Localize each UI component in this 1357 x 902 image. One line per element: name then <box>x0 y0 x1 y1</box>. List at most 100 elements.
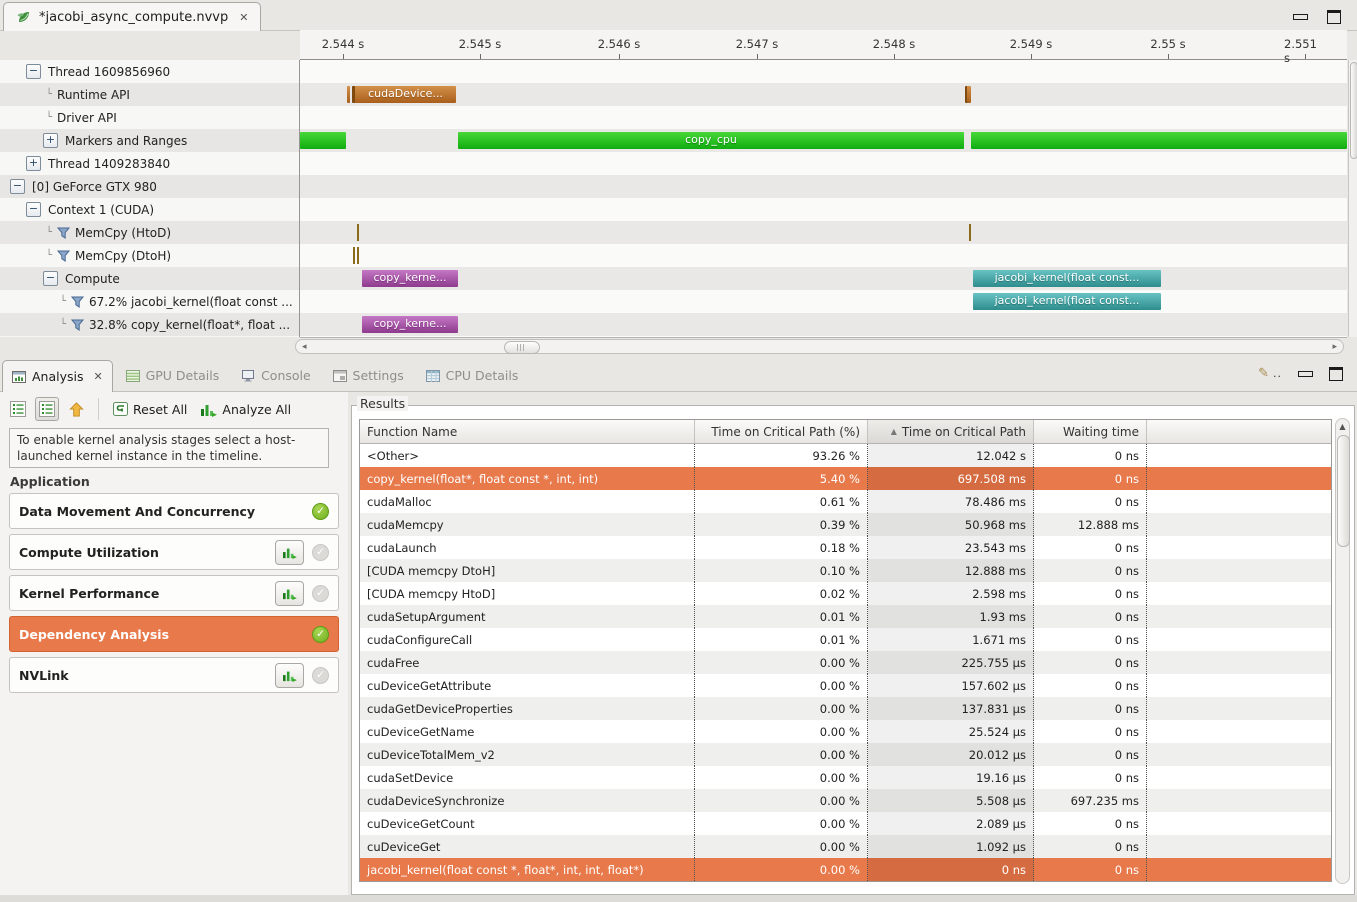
tab-console[interactable]: Console <box>232 360 320 391</box>
unguided-analysis-mode-button[interactable] <box>35 397 59 421</box>
timeline-vertical-scrollbar[interactable] <box>1348 60 1357 337</box>
timeline-canvas[interactable]: cudaDevice... copy_cpu copy_kerne... jac… <box>300 60 1347 338</box>
timeline-horizontal-scrollbar[interactable]: ◂ ▸ <box>295 339 1344 354</box>
stage-dependency-analysis[interactable]: Dependency Analysis ✓ <box>9 616 339 652</box>
scrollbar-thumb[interactable] <box>1350 62 1357 159</box>
table-row[interactable]: cudaLaunch0.18 %23.543 ms0 ns <box>360 536 1331 559</box>
results-vertical-scrollbar[interactable]: ▲ <box>1335 418 1350 884</box>
tree-row-copy-kernel[interactable]: └ 32.8% copy_kernel(float*, float ... <box>0 313 299 336</box>
jacobi-kernel-bar[interactable]: jacobi_kernel(float const... <box>973 293 1161 310</box>
column-header-waiting-time[interactable]: Waiting time <box>1034 420 1147 443</box>
stage-data-movement-and-concurrency[interactable]: Data Movement And Concurrency ✓ <box>9 493 339 529</box>
stage-kernel-performance[interactable]: Kernel Performance ✓ <box>9 575 339 611</box>
tab-label: Analysis <box>32 369 84 384</box>
run-analysis-button[interactable] <box>275 663 304 688</box>
tree-row-thread-1409283840[interactable]: + Thread 1409283840 <box>0 152 299 175</box>
tree-row-markers-and-ranges[interactable]: + Markers and Ranges <box>0 129 299 152</box>
collapse-icon[interactable]: − <box>26 64 41 79</box>
cuda-device-bar[interactable]: cudaDevice... <box>352 86 456 103</box>
tree-row-driver-api[interactable]: └ Driver API <box>0 106 299 129</box>
timeline-lane-copy-kernel: copy_kerne... <box>300 313 1347 336</box>
table-row[interactable]: <Other>93.26 %12.042 s0 ns <box>360 444 1331 467</box>
column-header-critical-path-pct[interactable]: Time on Critical Path (%) <box>695 420 868 443</box>
table-row[interactable]: cuDeviceGetName0.00 %25.524 µs0 ns <box>360 720 1331 743</box>
tree-row-memcpy-htod[interactable]: └ MemCpy (HtoD) <box>0 221 299 244</box>
scroll-up-icon[interactable]: ▲ <box>1336 422 1349 431</box>
tab-settings[interactable]: Settings <box>324 360 413 391</box>
stage-label: Kernel Performance <box>19 586 267 601</box>
maximize-icon[interactable] <box>1327 10 1341 24</box>
column-header-function-name[interactable]: Function Name <box>360 420 695 443</box>
tab-cpu-details[interactable]: CPU Details <box>417 360 528 391</box>
bar-chart-icon <box>282 546 297 559</box>
copy-kernel-bar[interactable]: copy_kerne... <box>362 270 458 287</box>
table-row[interactable]: cudaMemcpy0.39 %50.968 ms12.888 ms <box>360 513 1331 536</box>
tree-row-context-1-cuda[interactable]: − Context 1 (CUDA) <box>0 198 299 221</box>
memcpy-htod-mark[interactable] <box>969 224 971 241</box>
promote-stage-button[interactable] <box>64 397 88 421</box>
guided-analysis-mode-button[interactable] <box>6 397 30 421</box>
memcpy-htod-mark[interactable] <box>357 224 359 241</box>
tree-row-runtime-api[interactable]: └ Runtime API <box>0 83 299 106</box>
table-row[interactable]: cudaGetDeviceProperties0.00 %137.831 µs0… <box>360 697 1331 720</box>
copy-kernel-bar[interactable]: copy_kerne... <box>362 316 458 333</box>
table-row[interactable]: cuDeviceGetAttribute0.00 %157.602 µs0 ns <box>360 674 1331 697</box>
tree-row-memcpy-dtoh[interactable]: └ MemCpy (DtoH) <box>0 244 299 267</box>
stage-nvlink[interactable]: NVLink ✓ <box>9 657 339 693</box>
minimize-icon[interactable] <box>1293 14 1308 20</box>
run-analysis-button[interactable] <box>275 540 304 565</box>
document-tab[interactable]: *jacobi_async_compute.nvvp ✕ <box>3 2 261 31</box>
minimize-panel-icon[interactable] <box>1298 371 1313 377</box>
table-row-highlighted[interactable]: copy_kernel(float*, float const *, int, … <box>360 467 1331 490</box>
scroll-right-icon[interactable]: ▸ <box>1332 342 1337 352</box>
close-icon[interactable]: ✕ <box>239 11 248 24</box>
api-interval-bar[interactable] <box>965 86 971 103</box>
table-row[interactable]: cuDeviceGetCount0.00 %2.089 µs0 ns <box>360 812 1331 835</box>
tree-row-compute[interactable]: − Compute <box>0 267 299 290</box>
scrollbar-thumb[interactable] <box>504 341 540 354</box>
run-analysis-button[interactable] <box>275 581 304 606</box>
table-row[interactable]: cudaMalloc0.61 %78.486 ms0 ns <box>360 490 1331 513</box>
tree-row-jacobi-kernel[interactable]: └ 67.2% jacobi_kernel(float const ... <box>0 290 299 313</box>
branch-icon: └ <box>46 89 52 100</box>
column-header-critical-path-time[interactable]: ▲ Time on Critical Path <box>868 420 1034 443</box>
table-row[interactable]: cudaConfigureCall0.01 %1.671 ms0 ns <box>360 628 1331 651</box>
jacobi-kernel-bar[interactable]: jacobi_kernel(float const... <box>973 270 1161 287</box>
scroll-left-icon[interactable]: ◂ <box>302 342 307 352</box>
stage-compute-utilization[interactable]: Compute Utilization ✓ <box>9 534 339 570</box>
scrollbar-thumb[interactable] <box>1337 435 1350 547</box>
memcpy-dtoh-mark[interactable] <box>353 247 355 264</box>
table-row[interactable]: [CUDA memcpy HtoD]0.02 %2.598 ms0 ns <box>360 582 1331 605</box>
collapse-icon[interactable]: − <box>26 202 41 217</box>
table-row[interactable]: cuDeviceTotalMem_v20.00 %20.012 µs0 ns <box>360 743 1331 766</box>
close-icon[interactable]: ✕ <box>94 370 103 383</box>
table-row[interactable]: cudaSetDevice0.00 %19.16 µs0 ns <box>360 766 1331 789</box>
expand-icon[interactable]: + <box>26 156 41 171</box>
table-row[interactable]: cudaSetupArgument0.01 %1.93 ms0 ns <box>360 605 1331 628</box>
analyze-all-button[interactable]: Analyze All <box>196 402 295 417</box>
memcpy-dtoh-mark[interactable] <box>357 247 359 264</box>
reset-all-button[interactable]: Reset All <box>109 402 191 417</box>
collapse-icon[interactable]: − <box>43 271 58 286</box>
timeline-ruler[interactable]: 2.544 s 2.545 s 2.546 s 2.547 s 2.548 s … <box>300 30 1347 60</box>
tab-analysis[interactable]: Analysis ✕ <box>2 360 113 392</box>
expand-icon[interactable]: + <box>43 133 58 148</box>
view-menu-icon[interactable]: ✎ <box>1258 366 1269 381</box>
table-row[interactable]: [CUDA memcpy DtoH]0.10 %12.888 ms0 ns <box>360 559 1331 582</box>
copy-cpu-range-bar[interactable]: copy_cpu <box>458 132 964 149</box>
maximize-panel-icon[interactable] <box>1329 367 1343 381</box>
api-interval-bar[interactable] <box>347 86 350 103</box>
table-row-highlighted[interactable]: jacobi_kernel(float const *, float*, int… <box>360 858 1331 881</box>
table-row[interactable]: cudaFree0.00 %225.755 µs0 ns <box>360 651 1331 674</box>
marker-range-bar[interactable] <box>300 132 346 149</box>
table-row[interactable]: cuDeviceGet0.00 %1.092 µs0 ns <box>360 835 1331 858</box>
results-table-body: <Other>93.26 %12.042 s0 ns copy_kernel(f… <box>360 444 1331 881</box>
tree-row-gpu-device[interactable]: − [0] GeForce GTX 980 <box>0 175 299 198</box>
tree-row-thread-1609856960[interactable]: − Thread 1609856960 <box>0 60 299 83</box>
tab-gpu-details[interactable]: GPU Details <box>117 360 229 391</box>
axis-tick-label: 2.548 s <box>873 37 916 51</box>
view-menu-dots-icon[interactable]: .. <box>1273 367 1282 380</box>
collapse-icon[interactable]: − <box>10 179 25 194</box>
table-row[interactable]: cudaDeviceSynchronize0.00 %5.508 µs697.2… <box>360 789 1331 812</box>
marker-range-bar[interactable] <box>971 132 1347 149</box>
